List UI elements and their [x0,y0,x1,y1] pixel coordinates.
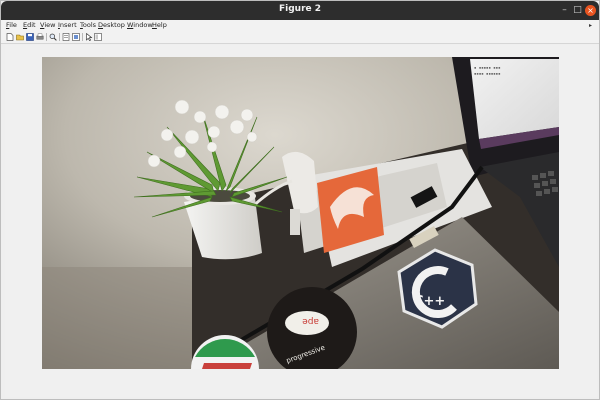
data-cursor-icon[interactable] [72,33,80,41]
cpp-sticker-text: C++ [414,294,445,309]
window-title: Figure 2 [278,4,322,14]
new-figure-icon[interactable] [6,33,14,41]
ape-sticker-text: ape [302,316,319,326]
print-icon[interactable] [36,33,44,41]
title-bar[interactable]: Figure 2 – □ × [1,1,599,20]
menu-overflow-arrow-icon[interactable]: ▸ [589,20,592,31]
edit-plot-icon[interactable] [94,33,102,41]
link-plot-icon[interactable] [62,33,70,41]
minimize-icon[interactable]: – [559,5,570,16]
pointer-arrow-icon[interactable] [85,33,93,41]
figure-window: Figure 2 – □ × File Edit View Insert Too… [0,0,600,400]
menu-file[interactable]: File [6,20,17,31]
toolbar-separator [46,33,47,41]
maximize-icon[interactable]: □ [572,5,583,16]
laptop-screen-text-2: ▪▪▪▪ ▪▪▪▪▪▪ [474,71,501,76]
zoom-icon[interactable] [49,33,57,41]
menu-help[interactable]: Help [152,20,167,31]
menu-view[interactable]: View [40,20,55,31]
toolbar-separator [82,33,83,41]
menu-window[interactable]: Window [127,20,153,31]
close-icon[interactable]: × [585,5,596,16]
menu-insert[interactable]: Insert [58,20,77,31]
menu-desktop[interactable]: Desktop [98,20,125,31]
menu-tools[interactable]: Tools [80,20,96,31]
photo-scene: ▪ ▪▪▪▪▪ ▪▪▪ ▪▪▪▪ ▪▪▪▪▪▪ C++ ape progress… [42,57,559,369]
photo-image[interactable]: ▪ ▪▪▪▪▪ ▪▪▪ ▪▪▪▪ ▪▪▪▪▪▪ C++ ape progress… [42,57,559,369]
toolbar [1,31,599,44]
menu-bar: File Edit View Insert Tools Desktop Wind… [1,20,599,31]
toolbar-separator [59,33,60,41]
menu-edit[interactable]: Edit [23,20,36,31]
save-icon[interactable] [26,33,34,41]
laptop-screen-text: ▪ ▪▪▪▪▪ ▪▪▪ [474,65,501,70]
open-file-icon[interactable] [16,33,24,41]
